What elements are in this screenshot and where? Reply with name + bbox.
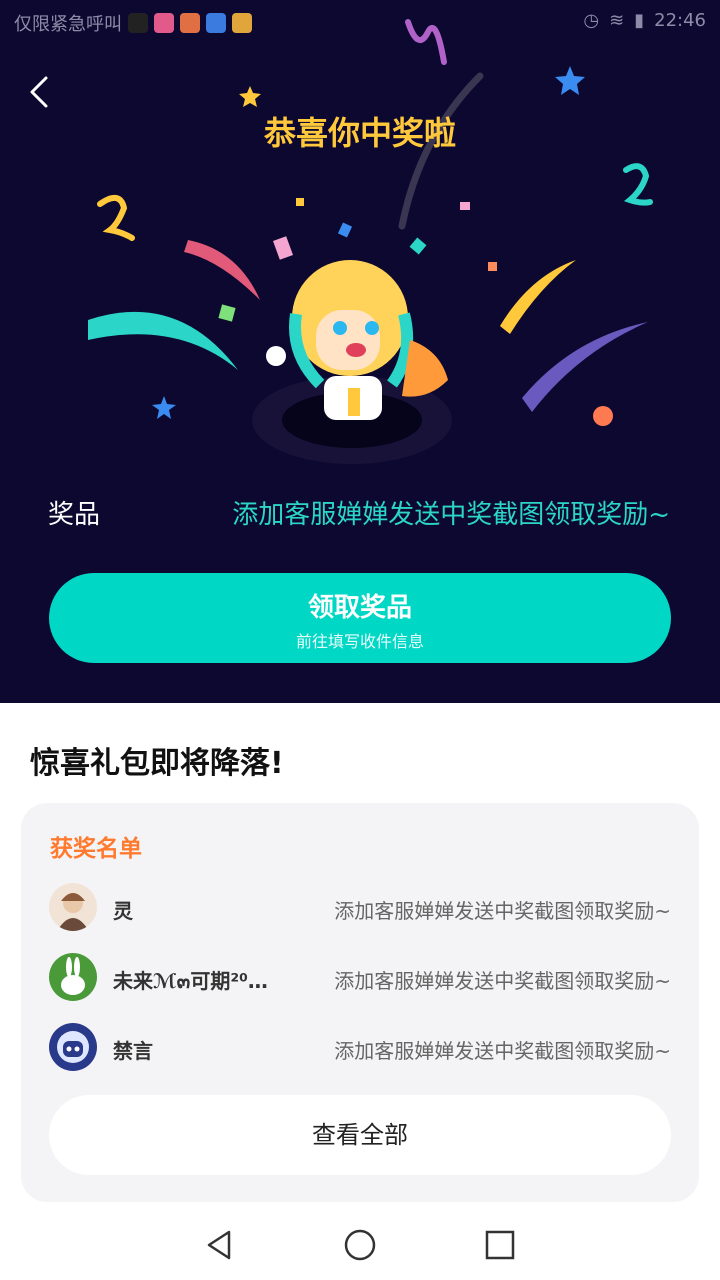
winner-row: 灵 添加客服婵婵发送中奖截图领取奖励~ — [49, 883, 671, 935]
winner-prize: 添加客服婵婵发送中奖截图领取奖励~ — [334, 1039, 671, 1063]
prize-label: 奖品 — [48, 500, 101, 530]
page-title: 恭喜你中奖啦 — [263, 114, 456, 152]
avatar — [49, 883, 97, 931]
claim-button-label: 领取奖品 — [307, 593, 412, 623]
back-arrow-icon[interactable] — [24, 72, 58, 112]
prize-hero: 仅限紧急呼叫 ◷ ≋ ▮ 22:46 恭喜你中奖啦 奖品 添加客服婵婵发送中奖截… — [0, 0, 720, 703]
winner-name: 禁言 — [113, 1039, 153, 1063]
avatar — [49, 1023, 97, 1071]
avatar — [49, 953, 97, 1001]
nav-recents-icon[interactable] — [483, 1228, 517, 1262]
winners-heading: 获奖名单 — [50, 836, 142, 862]
winner-prize: 添加客服婵婵发送中奖截图领取奖励~ — [334, 969, 671, 993]
nav-home-icon[interactable] — [343, 1228, 377, 1262]
claim-prize-button[interactable]: 领取奖品 前往填写收件信息 — [49, 573, 671, 663]
claim-button-sublabel: 前往填写收件信息 — [295, 632, 424, 651]
winner-prize: 添加客服婵婵发送中奖截图领取奖励~ — [334, 899, 671, 923]
nav-back-icon[interactable] — [203, 1228, 237, 1262]
winner-row: 禁言 添加客服婵婵发送中奖截图领取奖励~ — [49, 1023, 671, 1075]
prize-value: 添加客服婵婵发送中奖截图领取奖励~ — [232, 500, 670, 530]
winner-row: 未来ℳ๓可期²⁰… 添加客服婵婵发送中奖截图领取奖励~ — [49, 953, 671, 1005]
section-title: 惊喜礼包即将降落! — [30, 746, 284, 781]
winners-card: 获奖名单 灵 添加客服婵婵发送中奖截图领取奖励~ 未来ℳ๓可期²⁰… 添加客服婵… — [21, 803, 699, 1202]
winner-name: 灵 — [113, 899, 133, 923]
winner-name: 未来ℳ๓可期²⁰… — [113, 969, 268, 993]
system-nav-bar — [0, 1210, 720, 1280]
view-all-button[interactable]: 查看全部 — [49, 1095, 671, 1175]
